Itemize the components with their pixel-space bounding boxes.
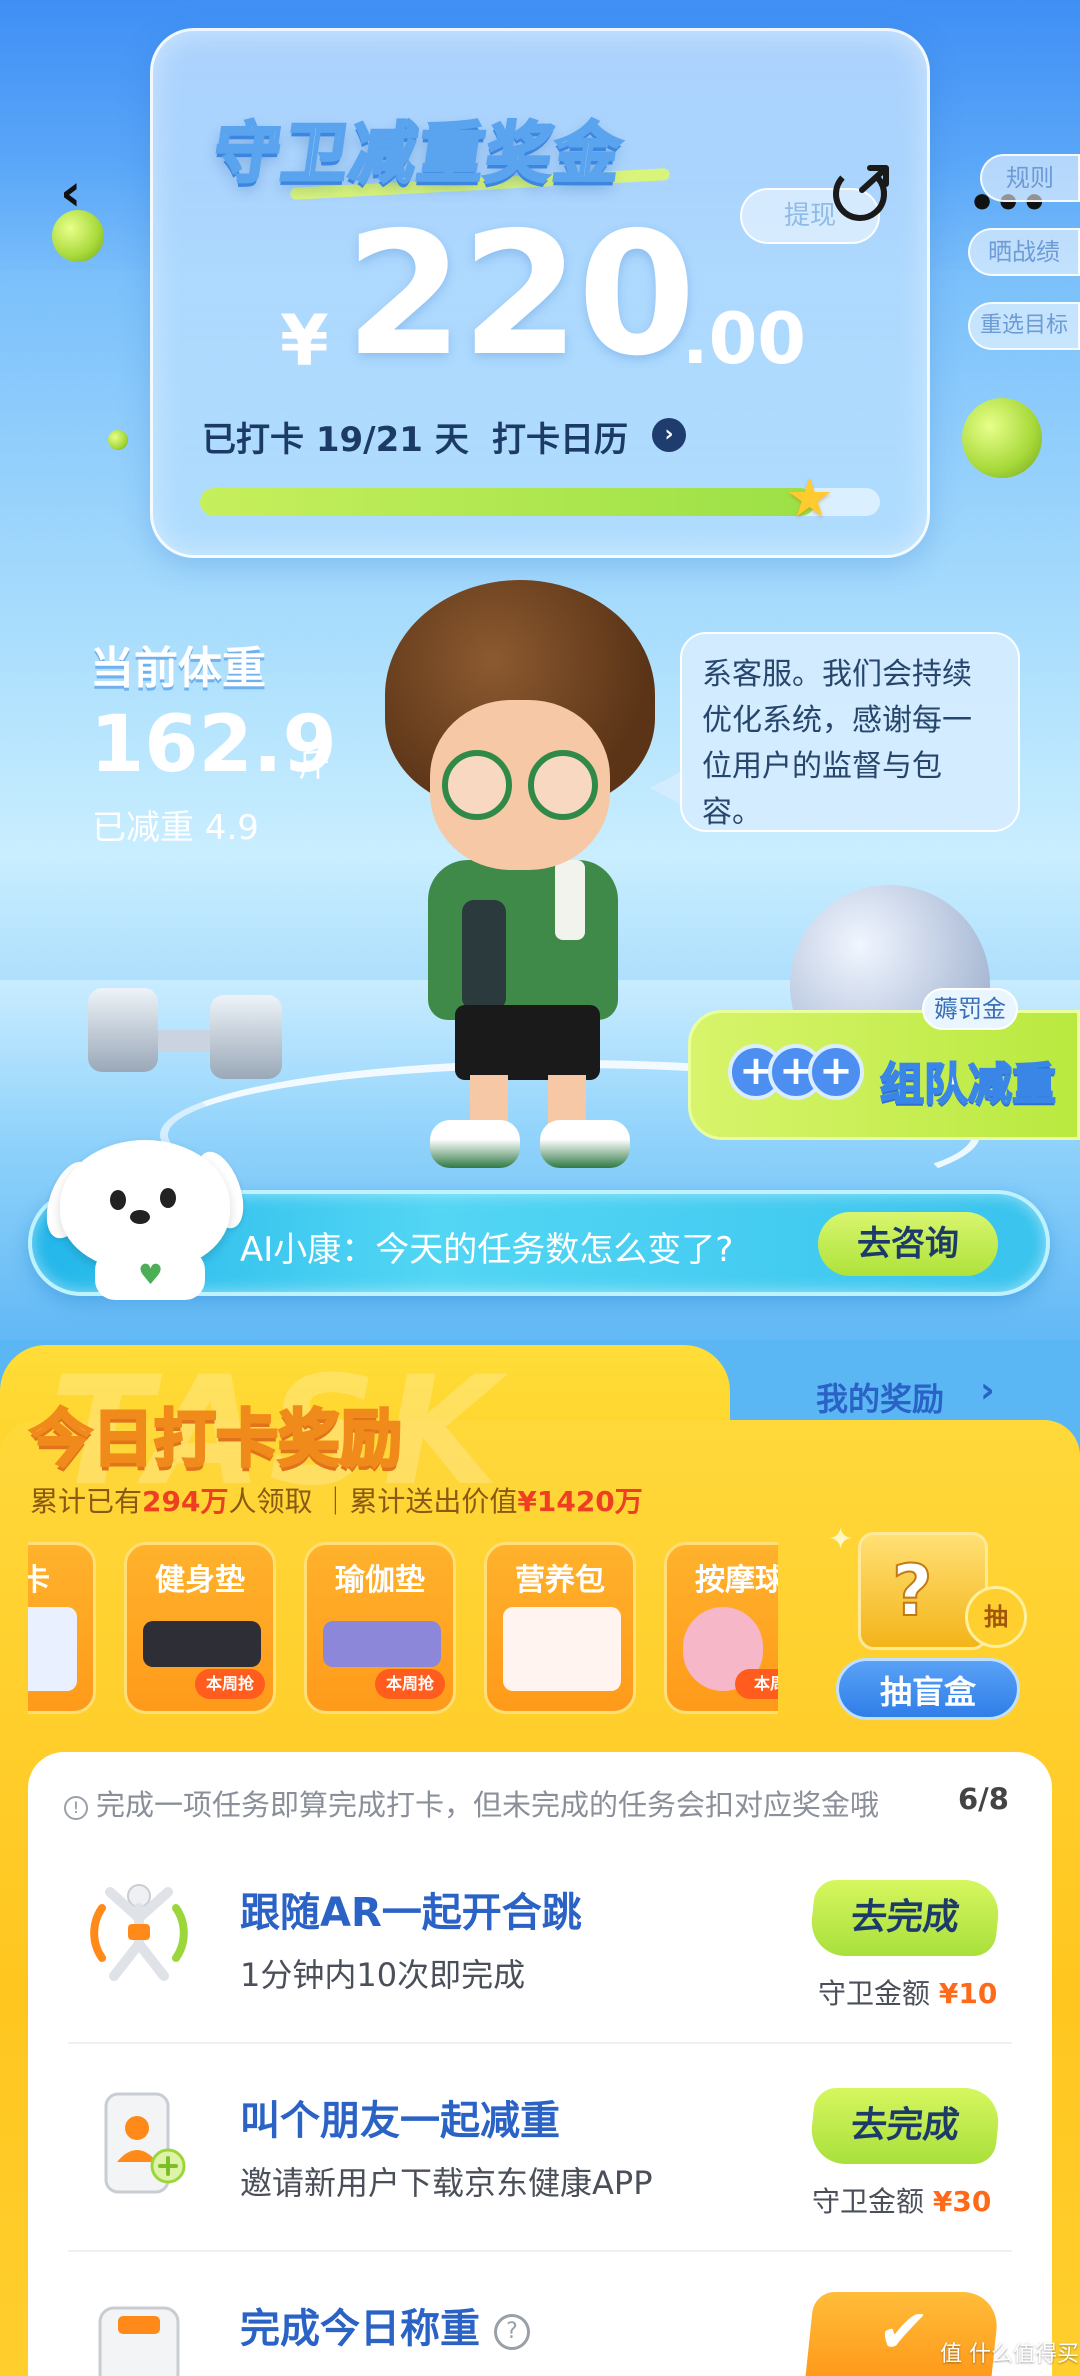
character-shirt	[428, 860, 618, 1020]
help-icon[interactable]: ?	[494, 2314, 530, 2350]
reward-name: 瑜伽垫	[335, 1563, 425, 1598]
weight-unit: 斤	[298, 746, 331, 784]
task-reward-amount: ¥30	[932, 2185, 992, 2218]
task-list-card	[28, 1752, 1052, 2376]
reward-card[interactable]: 营养包	[484, 1542, 636, 1714]
tennis-ball-icon	[962, 398, 1042, 478]
reward-image	[503, 1607, 621, 1691]
site-watermark: 值 什么值得买	[940, 2342, 1079, 2367]
reset-goal-button[interactable]: 重选目标	[968, 302, 1080, 350]
speech-bubble: 系客服。我们会持续优化系统，感谢每一位用户的监督与包容。	[680, 632, 1020, 832]
task-count: 6/8	[958, 1782, 1009, 1816]
task-reward-label: 守卫金额	[818, 1977, 931, 2010]
heart-icon: ♥	[138, 1258, 164, 1291]
show-results-button[interactable]: 晒战绩	[968, 228, 1080, 276]
team-weight-loss-label[interactable]: 组队减重	[879, 1048, 1057, 1112]
star-icon: ★	[785, 466, 834, 529]
bubble-tail	[650, 770, 684, 806]
weight-label: 当前体重	[90, 643, 266, 694]
task-reward-amount: ¥10	[938, 1977, 998, 2010]
rewards-title: 今日打卡奖励	[28, 1401, 403, 1477]
bonus-amount-decimal: .00	[682, 298, 807, 380]
checkin-prefix: 已打卡	[202, 420, 304, 460]
reward-tag: 本周抢	[375, 1669, 445, 1699]
towel-icon	[555, 860, 585, 940]
water-bottle-icon	[462, 900, 506, 1010]
complete-task-button[interactable]: 去完成	[808, 1880, 1002, 1956]
reward-card[interactable]: 按摩球 本周	[664, 1542, 778, 1714]
reward-tag: 本周	[735, 1669, 778, 1699]
invite-friend-icon	[104, 2092, 186, 2194]
character-shoe	[430, 1120, 520, 1168]
rewards-stats: 累计已有294万人领取 ｜累计送出价值¥1420万	[30, 1480, 643, 1520]
scale-icon	[98, 2306, 180, 2376]
character-shoe	[540, 1120, 630, 1168]
stats-prefix: 累计已有	[30, 1485, 143, 1518]
stats-mid: 人领取 ｜累计送出价值	[228, 1485, 518, 1518]
back-button[interactable]: ‹	[60, 167, 100, 219]
tennis-ball-icon	[108, 430, 128, 450]
character-shorts	[455, 1005, 600, 1080]
reward-card[interactable]: 健身垫 本周抢	[124, 1542, 276, 1714]
task-reward: 守卫金额 ¥10	[818, 1972, 997, 2012]
glasses-icon	[528, 750, 598, 820]
my-rewards-link[interactable]: 我的奖励	[816, 1374, 944, 1420]
add-member-icon[interactable]: +	[808, 1044, 864, 1100]
reward-card[interactable]: 瑜伽垫 本周抢	[304, 1542, 456, 1714]
reward-name: 健身垫	[155, 1563, 245, 1598]
reward-name: 按摩球	[695, 1563, 778, 1598]
share-icon[interactable]	[830, 160, 894, 224]
weight-lost: 已减重 4.9	[92, 808, 259, 848]
dumbbell-weight-right	[210, 995, 282, 1079]
task-notice-text: 完成一项任务即算完成打卡，但未完成的任务会扣对应奖金哦	[96, 1788, 880, 1822]
chevron-right-icon[interactable]: ›	[980, 1370, 995, 1411]
task-title: 跟随AR一起开合跳	[240, 1890, 582, 1936]
checkin-suffix: 天	[434, 420, 469, 460]
mascot-nose	[130, 1210, 150, 1224]
consult-button[interactable]: 去咨询	[818, 1212, 998, 1276]
divider	[68, 2042, 1012, 2044]
chevron-right-icon[interactable]: ›	[652, 418, 686, 452]
info-icon: !	[64, 1796, 88, 1820]
complete-task-button[interactable]: 去完成	[808, 2088, 1002, 2164]
task-notice: ! 完成一项任务即算完成打卡，但未完成的任务会扣对应奖金哦	[64, 1782, 879, 1824]
stats-value: ¥1420万	[517, 1485, 643, 1518]
penalty-badge: 薅罚金	[922, 988, 1018, 1030]
stats-people: 294万	[142, 1485, 229, 1518]
draw-star-badge: 抽	[965, 1586, 1027, 1648]
checkin-days: 19/21	[315, 420, 423, 460]
glasses-icon	[442, 750, 512, 820]
task-title: 叫个朋友一起减重	[240, 2098, 560, 2144]
calendar-link[interactable]: 打卡日历	[492, 412, 628, 461]
reward-card[interactable]: 等卡	[28, 1542, 96, 1714]
reward-image	[28, 1607, 77, 1691]
reward-image	[323, 1621, 441, 1667]
mascot-eye	[110, 1190, 126, 1210]
page-title: 守卫减重奖金	[207, 114, 629, 194]
task-description: 1分钟内10次即完成	[240, 1956, 526, 1994]
bonus-amount: 220	[345, 196, 696, 394]
reward-name: 等卡	[28, 1563, 50, 1598]
task-reward: 守卫金额 ¥30	[812, 2180, 991, 2220]
task-description: 邀请新用户下载京东健康APP	[240, 2164, 653, 2202]
ai-prompt-text[interactable]: AI小康：今天的任务数怎么变了?	[240, 1222, 733, 1271]
dumbbell-weight-left	[88, 988, 158, 1072]
reward-carousel[interactable]: 等卡 健身垫 本周抢 瑜伽垫 本周抢 营养包 按摩球 本周	[28, 1542, 778, 1722]
reward-image	[143, 1621, 261, 1667]
task-reward-label: 守卫金额	[812, 2185, 925, 2218]
jumping-jack-icon	[90, 1884, 188, 1981]
rules-button[interactable]: 规则	[980, 154, 1080, 202]
reward-tag: 本周抢	[195, 1669, 265, 1699]
checkin-progress-text: 已打卡 19/21 天	[202, 412, 469, 461]
task-title: 完成今日称重?	[240, 2296, 530, 2354]
divider	[68, 2250, 1012, 2252]
task-title-text: 完成今日称重	[240, 2306, 480, 2352]
mascot-eye	[160, 1188, 176, 1208]
checkin-progress-fill	[200, 488, 816, 516]
sparkle-icon: ✦	[828, 1522, 854, 1557]
blind-box-button[interactable]: 抽盲盒	[836, 1658, 1020, 1720]
currency-symbol: ¥	[280, 300, 329, 382]
reward-name: 营养包	[515, 1563, 605, 1598]
question-mark-icon: ?	[891, 1549, 934, 1633]
